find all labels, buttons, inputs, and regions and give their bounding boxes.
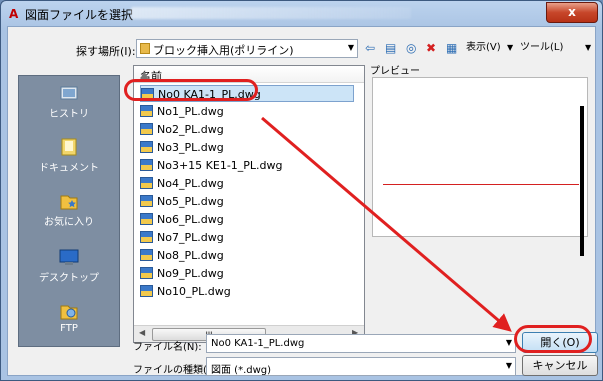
arrow-line (261, 116, 512, 332)
annotation-arrow (261, 116, 512, 332)
